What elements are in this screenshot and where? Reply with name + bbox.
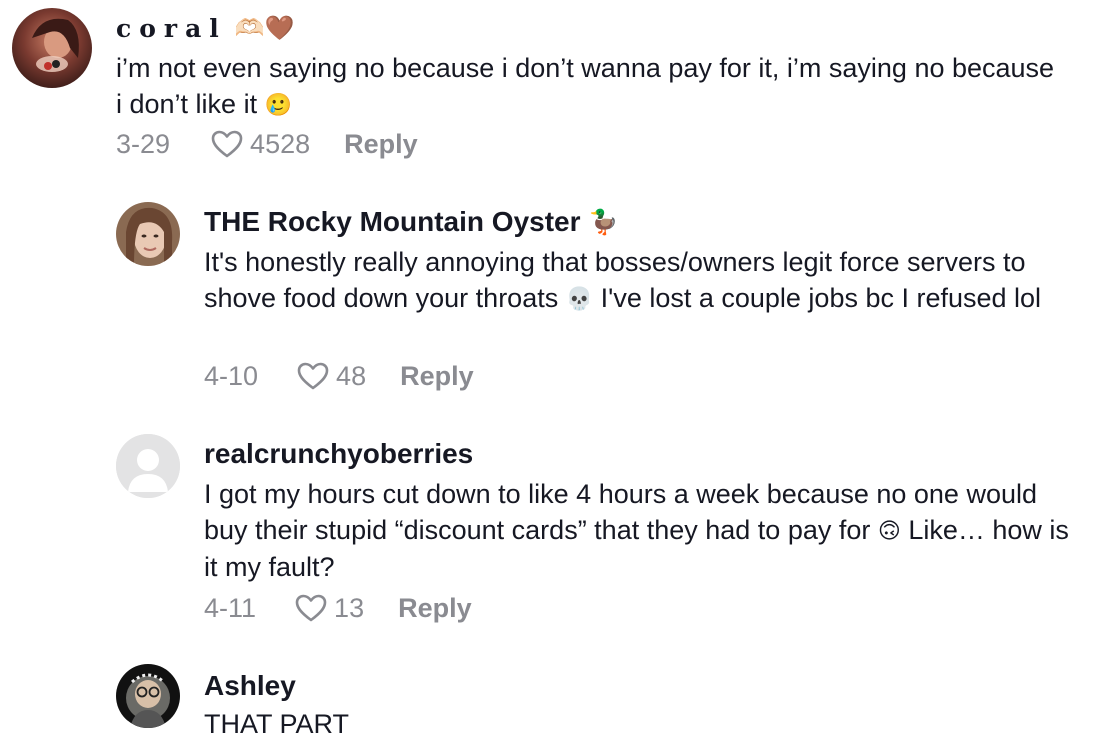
reply-button[interactable]: Reply [400, 361, 474, 392]
username-label[interactable]: coral [116, 14, 227, 43]
comment-meta: 4-10 48 Reply [204, 358, 474, 394]
reply-button[interactable]: Reply [398, 593, 472, 624]
username-label[interactable]: realcrunchyoberries [204, 438, 473, 470]
comment-meta: 3-29 4528 Reply [116, 126, 418, 162]
duck-icon: 🦆 [588, 208, 619, 236]
comment-date: 4-11 [204, 592, 257, 623]
reply-button[interactable]: Reply [344, 129, 418, 160]
heart-hands-brown-heart-icon: 🫶🏻🤎 [234, 14, 295, 42]
username[interactable]: realcrunchyoberries [204, 438, 473, 470]
avatar[interactable] [116, 664, 180, 728]
username[interactable]: coral 🫶🏻🤎 [116, 12, 295, 44]
comment-meta: 4-11 13 Reply [204, 590, 472, 626]
comment-date: 4-10 [204, 360, 259, 391]
avatar[interactable] [116, 434, 180, 498]
avatar[interactable] [116, 202, 180, 266]
heart-outline-icon[interactable] [210, 129, 244, 159]
heart-outline-icon[interactable] [296, 361, 330, 391]
like-button[interactable]: 13 [294, 593, 364, 624]
smiling-tear-emoji: 🥲 [264, 92, 292, 117]
username-label[interactable]: Ashley [204, 670, 296, 702]
default-avatar-icon [116, 434, 180, 498]
skull-emoji: 💀 [565, 286, 594, 311]
like-button[interactable]: 48 [296, 361, 366, 392]
comment-text: I got my hours cut down to like 4 hours … [204, 479, 1069, 582]
like-count: 48 [336, 360, 367, 391]
username[interactable]: Ashley [204, 670, 296, 702]
like-count: 13 [334, 592, 365, 623]
avatar[interactable] [12, 8, 92, 88]
comment-text: It's honestly really annoying that bosse… [204, 247, 1042, 313]
username-label[interactable]: THE Rocky Mountain Oyster [204, 206, 581, 238]
comment-text: i’m not even saying no because i don’t w… [116, 53, 1055, 119]
heart-outline-icon[interactable] [294, 593, 328, 623]
username[interactable]: THE Rocky Mountain Oyster 🦆 [204, 206, 618, 238]
like-button[interactable]: 4528 [210, 129, 310, 160]
comment-text: THAT PART [204, 709, 350, 739]
upside-down-face-emoji: 🙃 [877, 518, 901, 543]
like-count: 4528 [250, 128, 311, 159]
comment-date: 3-29 [116, 128, 171, 159]
